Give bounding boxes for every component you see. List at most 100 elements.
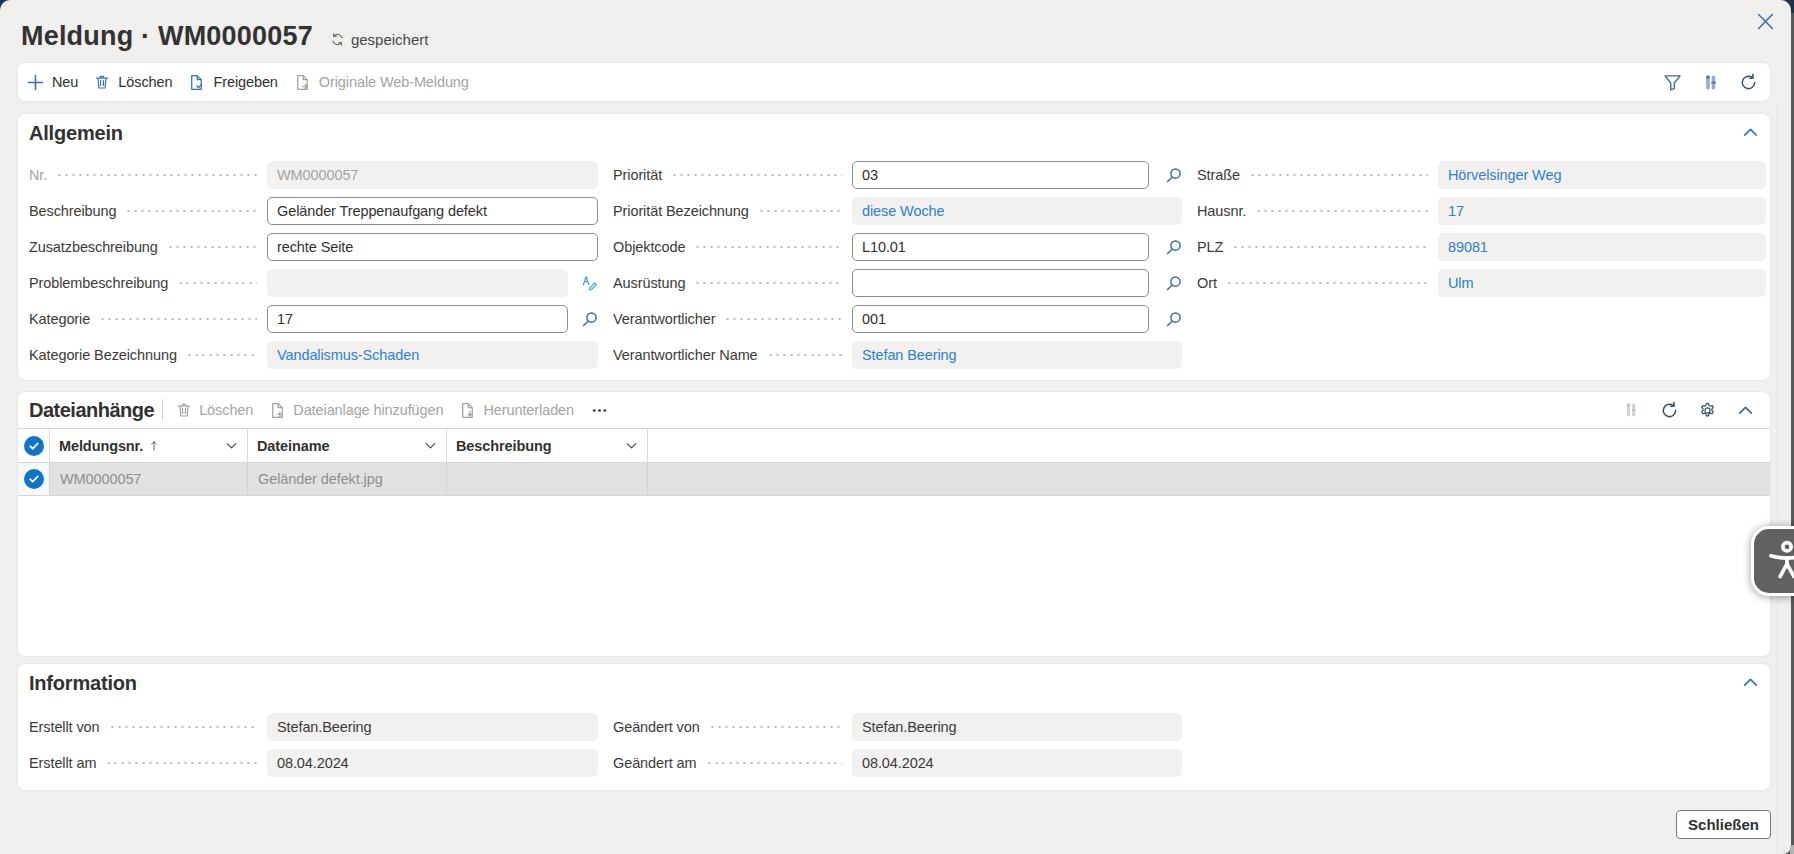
field-row: Geändert von Stefan.Beering	[613, 713, 1182, 741]
column-header-label: Meldungsnr.	[59, 438, 143, 454]
field-value: Stefan Beering	[862, 347, 957, 363]
chevron-up-icon-button[interactable]	[1726, 395, 1764, 425]
saved-label: gespeichert	[351, 31, 429, 48]
refresh-icon-button[interactable]	[1650, 395, 1688, 425]
chevron-up-icon[interactable]	[1742, 124, 1762, 140]
chevron-down-icon[interactable]	[224, 438, 239, 453]
table-cell	[447, 463, 648, 495]
toolbar-button-freigeben[interactable]: Freigeben	[181, 67, 284, 97]
dotted-leader	[694, 233, 842, 261]
dotted-leader	[767, 341, 842, 369]
lookup-icon[interactable]	[581, 310, 599, 328]
lookup-icon[interactable]	[1165, 310, 1183, 328]
field-value: Stefan.Beering	[862, 719, 957, 735]
field-label: Problembeschreibung	[29, 275, 168, 291]
field-row: Ausrüstung	[613, 269, 1149, 297]
field-value: WM0000057	[277, 167, 358, 183]
column-header-filler	[648, 429, 1770, 462]
field-value: Ulm	[1448, 275, 1473, 291]
schliessen-button[interactable]: Schließen	[1676, 810, 1771, 839]
document-add-icon	[269, 402, 286, 419]
input-field[interactable]: 17	[267, 305, 568, 333]
field-row: Nr.WM0000057	[29, 161, 598, 189]
table-header-row: Meldungsnr. DateinameBeschreibung	[18, 428, 1770, 463]
toolbar-divider	[162, 399, 163, 421]
field-label: Verantwortlicher	[613, 311, 715, 327]
design-icon-button[interactable]	[1612, 395, 1650, 425]
refresh-icon-button[interactable]	[1729, 67, 1767, 97]
field-label: Kategorie Bezeichnung	[29, 347, 177, 363]
field-row: ObjektcodeL10.01	[613, 233, 1149, 261]
readonly-link-field[interactable]: Ulm	[1438, 269, 1766, 297]
design-icon-button[interactable]	[1691, 67, 1729, 97]
field-value: rechte Seite	[277, 239, 353, 255]
toolbar-button-neu[interactable]: Neu	[20, 67, 85, 97]
field-row: Problembeschreibung	[29, 269, 568, 297]
readonly-link-field[interactable]: Hörvelsinger Weg	[1438, 161, 1766, 189]
attachments-header: Dateianhänge LöschenDateianlage hinzufüg…	[18, 392, 1770, 428]
attachments-button-label: Löschen	[199, 402, 253, 418]
lookup-icon[interactable]	[1165, 274, 1183, 292]
attachments-button-dateianlage-hinzuf-gen: Dateianlage hinzufügen	[261, 396, 451, 424]
field-label: Erstellt am	[29, 755, 96, 771]
trash-icon	[176, 402, 192, 418]
table-row[interactable]: WM0000057Geländer defekt.jpg	[18, 463, 1770, 496]
input-field[interactable]: Geländer Treppenaufgang defekt	[267, 197, 598, 225]
dialog-titlebar: Meldung · WM0000057 gespeichert	[21, 21, 428, 52]
lookup-icon[interactable]	[1165, 166, 1183, 184]
accessibility-button[interactable]	[1751, 526, 1794, 596]
section-dateianhaenge: Dateianhänge LöschenDateianlage hinzufüg…	[17, 391, 1771, 657]
readonly-link-field[interactable]: Stefan Beering	[852, 341, 1182, 369]
readonly-link-field[interactable]: 17	[1438, 197, 1766, 225]
toolbar-button-label: Freigeben	[213, 74, 277, 90]
chevron-down-icon[interactable]	[423, 438, 438, 453]
field-label: Hausnr.	[1197, 203, 1246, 219]
readonly-link-field[interactable]: 89081	[1438, 233, 1766, 261]
field-row: Erstellt vonStefan.Beering	[29, 713, 598, 741]
gear-icon-button[interactable]	[1688, 395, 1726, 425]
toolbar-button-label: Neu	[52, 74, 78, 90]
field-label: Geändert von	[613, 719, 700, 735]
column-header-dateiname[interactable]: Dateiname	[248, 429, 447, 462]
field-row: Hausnr. 17	[1197, 197, 1766, 225]
field-value: Hörvelsinger Weg	[1448, 167, 1561, 183]
input-field[interactable]: 001	[852, 305, 1149, 333]
readonly-link-field[interactable]: Vandalismus-Schaden	[267, 341, 598, 369]
checkbox-checked-icon	[24, 436, 44, 456]
input-field[interactable]: 03	[852, 161, 1149, 189]
close-icon[interactable]	[1757, 13, 1779, 35]
more-options-icon[interactable]	[582, 396, 616, 424]
dotted-leader	[177, 269, 257, 297]
readonly-field: 08.04.2024	[267, 749, 598, 777]
dotted-leader	[186, 341, 257, 369]
refresh-icon	[1739, 73, 1758, 92]
row-checkbox[interactable]	[18, 463, 50, 495]
readonly-field: WM0000057	[267, 161, 598, 189]
toolbar-button-l-schen[interactable]: Löschen	[87, 67, 179, 97]
refresh-icon	[1660, 401, 1679, 420]
column-header-beschreibung[interactable]: Beschreibung	[447, 429, 648, 462]
edit-icon[interactable]	[581, 275, 598, 292]
section-information: Information Erstellt vonStefan.BeeringEr…	[17, 663, 1771, 791]
underlying-window-element	[1790, 845, 1794, 854]
chevron-down-icon[interactable]	[624, 438, 639, 453]
input-field[interactable]	[852, 269, 1149, 297]
field-label: Ausrüstung	[613, 275, 685, 291]
dotted-leader	[1226, 269, 1428, 297]
input-field[interactable]: L10.01	[852, 233, 1149, 261]
field-value: Geländer Treppenaufgang defekt	[277, 203, 487, 219]
dotted-leader	[724, 305, 842, 333]
filter-icon-button[interactable]	[1653, 67, 1691, 97]
select-all-checkbox[interactable]	[18, 429, 50, 462]
field-row: Zusatzbeschreibungrechte Seite	[29, 233, 598, 261]
chevron-up-icon[interactable]	[1742, 674, 1762, 690]
document-link-icon	[294, 74, 311, 91]
field-label: Ort	[1197, 275, 1217, 291]
column-header-meldungsnr-[interactable]: Meldungsnr.	[50, 429, 248, 462]
input-field[interactable]: rechte Seite	[267, 233, 598, 261]
field-row: StraßeHörvelsinger Weg	[1197, 161, 1766, 189]
field-label: Erstellt von	[29, 719, 100, 735]
readonly-link-field[interactable]: diese Woche	[852, 197, 1182, 225]
lookup-icon[interactable]	[1165, 238, 1183, 256]
field-value: 03	[862, 167, 878, 183]
